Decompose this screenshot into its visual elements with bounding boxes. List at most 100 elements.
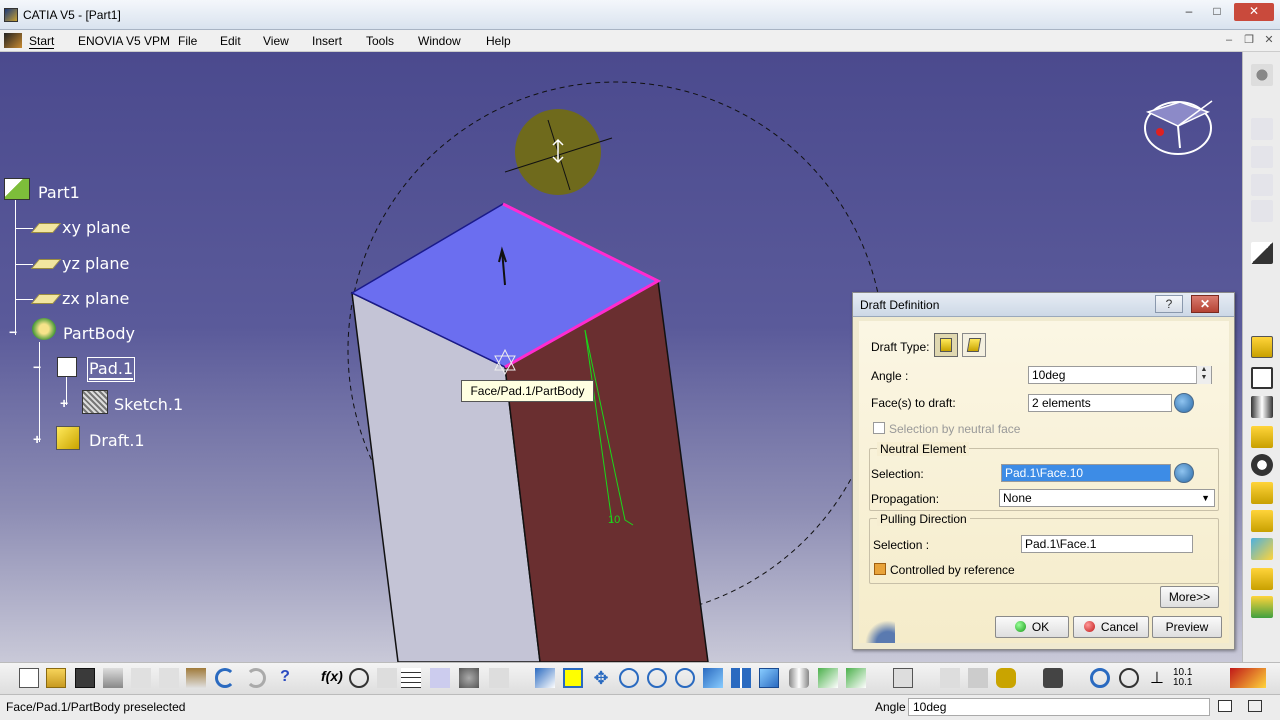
menu-help[interactable]: Help [486,34,511,48]
gear-icon[interactable] [1251,64,1273,86]
tree-item-xy-plane[interactable]: xy plane [62,218,130,237]
cancel-button[interactable]: Cancel [1073,616,1149,638]
tree-item-partbody[interactable]: PartBody [63,324,135,343]
pad-icon[interactable] [1251,336,1273,358]
measure-icon[interactable] [489,668,509,688]
close-button[interactable]: ✕ [1234,3,1274,21]
expand-icon[interactable]: + [60,396,71,410]
tree-item-sketch1[interactable]: Sketch.1 [114,395,183,414]
propagation-dropdown[interactable]: None ▼ [999,489,1215,507]
variable-draft-icon[interactable] [962,333,986,357]
menu-tools[interactable]: Tools [366,34,394,48]
angle-spinner[interactable]: ▲ ▼ [1196,366,1211,384]
comment-icon[interactable] [349,668,369,688]
faces-list-icon[interactable] [1174,393,1194,413]
cut-icon[interactable] [131,668,151,688]
hole-icon[interactable] [1251,454,1273,476]
document-restore-button[interactable]: ❐ [1240,33,1258,49]
angle-field[interactable]: 10deg ▲ ▼ [1028,366,1212,384]
neutral-selection-field[interactable]: Pad.1\Face.10 [1001,464,1171,482]
coordinates-icon[interactable]: 10.1 10.1 [1173,668,1193,688]
material-icon[interactable] [968,668,988,688]
tree-item-zx-plane[interactable]: zx plane [62,289,129,308]
normal-view-icon[interactable] [703,668,723,688]
zoom-in-icon[interactable] [647,668,667,688]
doc-icon[interactable] [1251,174,1273,196]
chevron-down-icon[interactable]: ▼ [1201,490,1210,506]
rotate-icon[interactable] [619,668,639,688]
tree-item-part1[interactable]: Part1 [38,183,80,202]
minimize-button[interactable]: – [1176,3,1202,21]
bottle-icon[interactable] [996,668,1016,688]
shaft-icon[interactable] [1251,396,1273,418]
doc-icon[interactable] [1251,146,1273,168]
collapse-icon[interactable]: − [9,325,20,339]
3d-compass-icon[interactable] [1090,668,1110,688]
preview-button[interactable]: Preview [1152,616,1222,638]
ok-button[interactable]: OK [995,616,1069,638]
save-icon[interactable] [75,668,95,688]
status-angle-field[interactable]: 10deg [908,698,1210,716]
maximize-button[interactable]: □ [1204,3,1230,21]
dialog-title-bar[interactable]: Draft Definition ? ✕ [853,293,1234,317]
neutral-selection-list-icon[interactable] [1174,463,1194,483]
new-icon[interactable] [19,668,39,688]
redo-icon[interactable] [246,668,266,688]
tree-item-pad1[interactable]: Pad.1 [86,357,136,382]
select-arrow-icon[interactable] [1251,242,1273,264]
tree-item-draft1[interactable]: Draft.1 [89,431,145,450]
faces-to-draft-field[interactable]: 2 elements [1028,394,1172,412]
menu-enovia[interactable]: ENOVIA V5 VPM [78,34,170,48]
slot-icon[interactable] [1251,510,1273,532]
undo-icon[interactable] [215,668,235,688]
knowledge-icon[interactable] [377,668,397,688]
collapse-icon[interactable]: − [33,360,44,374]
menu-view[interactable]: View [263,34,289,48]
doc-icon[interactable] [1251,200,1273,222]
doc-icon[interactable] [1251,118,1273,140]
controlled-by-reference-checkbox[interactable] [874,563,886,575]
print-icon[interactable] [103,668,123,688]
dialog-close-button[interactable]: ✕ [1191,295,1219,313]
menu-edit[interactable]: Edit [220,34,241,48]
iso-view-icon[interactable] [759,668,779,688]
more-button[interactable]: More>> [1160,586,1219,608]
menu-start[interactable]: Start [29,34,55,49]
copy-icon[interactable] [159,668,179,688]
edges-icon[interactable] [818,668,838,688]
power-input-icon[interactable] [1218,700,1232,712]
pulling-selection-field[interactable]: Pad.1\Face.1 [1021,535,1193,553]
constant-draft-icon[interactable] [934,333,958,357]
paste-icon[interactable] [186,668,206,688]
open-icon[interactable] [46,668,66,688]
menu-window[interactable]: Window [418,34,461,48]
menu-insert[interactable]: Insert [312,34,342,48]
rib-icon[interactable] [1251,482,1273,504]
analysis-icon[interactable] [459,668,479,688]
compass-reset-icon[interactable]: ⊥ [1147,668,1167,688]
pocket-icon[interactable] [1251,367,1273,389]
catalog-icon[interactable] [430,668,450,688]
camera-icon[interactable] [1043,668,1063,688]
document-close-button[interactable]: ✕ [1260,33,1278,49]
multi-view-icon[interactable] [731,668,751,688]
solid-icon[interactable] [1251,538,1273,560]
document-minimize-button[interactable]: – [1220,33,1238,49]
stiffener-icon[interactable] [1251,568,1273,590]
whats-this-icon[interactable]: ? [275,668,295,688]
menu-file[interactable]: File [178,34,197,48]
apply-material-icon[interactable] [940,668,960,688]
zoom-out-icon[interactable] [675,668,695,688]
expand-icon[interactable]: + [33,432,44,446]
dialog-help-button[interactable]: ? [1155,295,1183,313]
swap-icon[interactable] [893,668,913,688]
hide-show-icon[interactable] [846,668,866,688]
shading-icon[interactable] [789,668,809,688]
fit-all-icon[interactable] [563,668,583,688]
fly-icon[interactable] [535,668,555,688]
formula-icon[interactable]: f(x) [321,668,343,688]
groove-icon[interactable] [1251,426,1273,448]
tree-item-yz-plane[interactable]: yz plane [62,254,129,273]
loft-icon[interactable] [1251,596,1273,618]
pan-icon[interactable]: ✥ [591,668,611,688]
